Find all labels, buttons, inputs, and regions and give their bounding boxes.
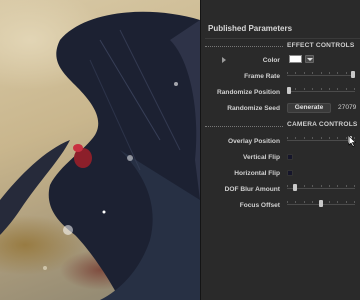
slider-tick: [329, 72, 330, 74]
section-divider: [205, 126, 283, 127]
slider-tick: [304, 201, 305, 203]
slider-tick: [321, 72, 322, 74]
slider-tick: [346, 88, 347, 90]
section-camera-controls: CAMERA CONTROLS: [287, 121, 358, 128]
slider-tick: [312, 137, 313, 139]
preview-image: [0, 0, 200, 300]
dof-blur-slider[interactable]: [287, 184, 355, 192]
horizontal-flip-checkbox[interactable]: [287, 170, 293, 176]
slider-tick: [346, 185, 347, 187]
slider-track: [287, 75, 355, 76]
frame-rate-label: Frame Rate: [244, 73, 280, 80]
vertical-flip-checkbox[interactable]: [287, 154, 293, 160]
color-label: Color: [262, 57, 280, 64]
slider-tick: [329, 88, 330, 90]
title-divider: [205, 38, 360, 39]
panel-title: Published Parameters: [208, 24, 293, 33]
slider-tick: [287, 137, 288, 139]
slider-tick: [304, 137, 305, 139]
randomize-position-label: Randomize Position: [216, 89, 280, 96]
slider-tick: [321, 185, 322, 187]
slider-track: [287, 188, 355, 189]
slider-tick: [304, 88, 305, 90]
slider-tick: [321, 137, 322, 139]
slider-tick: [321, 88, 322, 90]
overlay-position-label: Overlay Position: [227, 138, 280, 145]
generate-button[interactable]: Generate: [287, 103, 331, 113]
slider-tick: [304, 72, 305, 74]
parameters-panel: Published Parameters EFFECT CONTROLS Col…: [200, 0, 360, 300]
slider-tick: [312, 185, 313, 187]
slider-tick: [354, 201, 355, 203]
artwork-svg: [0, 11, 200, 300]
frame-rate-slider[interactable]: [287, 71, 355, 79]
expand-arrow-icon[interactable]: [222, 57, 226, 63]
section-effect-controls: EFFECT CONTROLS: [287, 42, 355, 49]
slider-tick: [346, 72, 347, 74]
slider-tick: [354, 185, 355, 187]
slider-tick: [295, 72, 296, 74]
slider-thumb[interactable]: [319, 200, 323, 207]
section-divider: [205, 46, 283, 47]
slider-thumb[interactable]: [287, 87, 291, 94]
slider-tick: [329, 137, 330, 139]
focus-offset-slider[interactable]: [287, 200, 355, 208]
slider-tick: [312, 72, 313, 74]
color-swatch[interactable]: [289, 55, 302, 63]
slider-track: [287, 140, 355, 141]
slider-tick: [287, 185, 288, 187]
slider-tick: [287, 72, 288, 74]
slider-tick: [337, 201, 338, 203]
slider-tick: [295, 88, 296, 90]
slider-track: [287, 91, 355, 92]
slider-tick: [346, 201, 347, 203]
slider-tick: [337, 185, 338, 187]
slider-tick: [295, 137, 296, 139]
randomize-position-slider[interactable]: [287, 87, 355, 95]
slider-tick: [329, 201, 330, 203]
slider-thumb[interactable]: [351, 71, 355, 78]
slider-tick: [312, 201, 313, 203]
slider-tick: [346, 137, 347, 139]
mouse-cursor-icon: [348, 136, 356, 147]
slider-tick: [354, 88, 355, 90]
slider-tick: [337, 137, 338, 139]
horizontal-flip-label: Horizontal Flip: [234, 170, 280, 177]
vertical-flip-label: Vertical Flip: [242, 154, 280, 161]
slider-tick: [337, 88, 338, 90]
seed-value[interactable]: 27079: [338, 104, 356, 111]
slider-tick: [329, 185, 330, 187]
slider-tick: [337, 72, 338, 74]
randomize-seed-label: Randomize Seed: [227, 105, 280, 112]
overlay-position-slider[interactable]: [287, 136, 355, 144]
slider-tick: [295, 201, 296, 203]
dof-blur-label: DOF Blur Amount: [224, 186, 280, 193]
slider-tick: [312, 88, 313, 90]
slider-tick: [287, 201, 288, 203]
color-dropdown-button[interactable]: [305, 55, 314, 63]
slider-tick: [304, 185, 305, 187]
slider-thumb[interactable]: [293, 184, 297, 191]
focus-offset-label: Focus Offset: [239, 202, 280, 209]
